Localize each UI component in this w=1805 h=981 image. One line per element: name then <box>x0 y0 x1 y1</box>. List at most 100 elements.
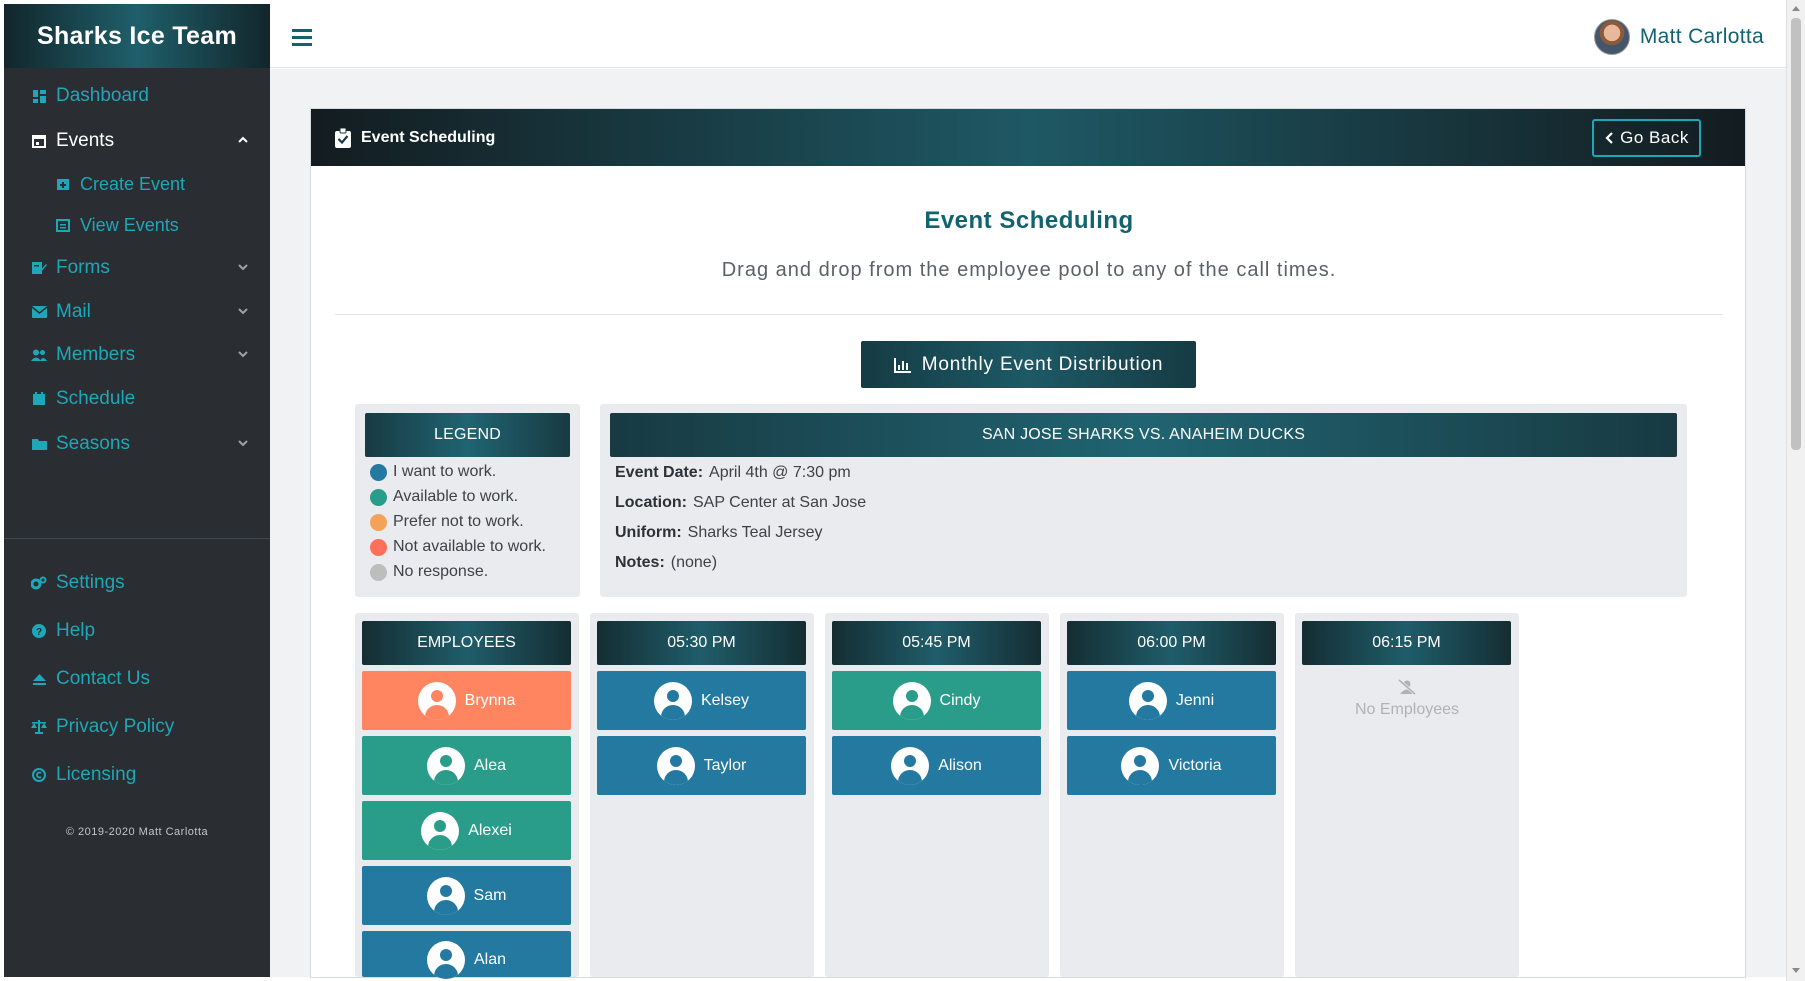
user-avatar-icon <box>417 681 456 720</box>
sidebar-item-schedule[interactable]: Schedule <box>4 376 270 422</box>
go-back-button[interactable]: Go Back <box>1592 119 1701 157</box>
settings-icon <box>28 576 50 590</box>
sidebar-item-label: Members <box>56 344 136 365</box>
go-back-label: Go Back <box>1620 128 1689 147</box>
employee-card[interactable]: Jenni <box>1067 671 1276 730</box>
sidebar-item-forms[interactable]: Forms <box>4 245 270 291</box>
employee-card[interactable]: Brynna <box>362 671 571 730</box>
event-uniform-value: Sharks Teal Jersey <box>687 524 823 541</box>
employee-name: Jenni <box>1175 691 1215 709</box>
sidebar-item-dashboard[interactable]: Dashboard <box>4 73 270 119</box>
legend-label: Available to work. <box>393 488 519 505</box>
sidebar-item-mail[interactable]: Mail <box>4 289 270 335</box>
call-time-column: 06:15 PM No Employees <box>1295 613 1519 977</box>
event-location-value: SAP Center at San Jose <box>693 494 867 511</box>
chevron-down-icon <box>238 308 248 315</box>
scale-icon <box>28 720 50 734</box>
no-employees-placeholder: No Employees <box>1295 679 1519 719</box>
sidebar-item-licensing[interactable]: Licensing <box>4 752 270 798</box>
calendar-icon <box>28 392 50 406</box>
user-avatar-icon <box>653 681 692 720</box>
contact-icon <box>28 673 50 686</box>
status-dot-icon <box>370 488 387 506</box>
status-dot-icon <box>370 563 387 581</box>
employee-card[interactable]: Alison <box>832 736 1041 795</box>
event-uniform-label: Uniform: <box>615 524 682 541</box>
sidebar-item-privacy-policy[interactable]: Privacy Policy <box>4 704 270 750</box>
column-title: 06:15 PM <box>1302 621 1511 665</box>
employee-card[interactable]: Alea <box>362 736 571 795</box>
sidebar-item-label: Help <box>56 620 96 641</box>
sidebar-item-view-events[interactable]: View Events <box>4 202 270 248</box>
employee-card[interactable]: Sam <box>362 866 571 925</box>
no-employees-label: No Employees <box>1354 701 1460 718</box>
user-avatar-icon <box>891 746 930 785</box>
event-title: SAN JOSE SHARKS VS. ANAHEIM DUCKS <box>610 413 1677 457</box>
sidebar: Sharks Ice Team Dashboard Events Create … <box>4 4 270 977</box>
page-scrollbar[interactable] <box>1786 0 1805 981</box>
event-notes-row: Notes: (none) <box>615 554 717 572</box>
chevron-down-icon <box>238 351 248 358</box>
employee-card[interactable]: Alan <box>362 931 571 979</box>
sidebar-item-help[interactable]: ? Help <box>4 608 270 654</box>
monthly-event-distribution-button[interactable]: Monthly Event Distribution <box>861 341 1196 388</box>
employee-card[interactable]: Kelsey <box>597 671 806 730</box>
menu-toggle-icon[interactable] <box>292 28 312 46</box>
employee-pool-column: EMPLOYEES Brynna Alea Alexei Sam Alan <box>355 613 579 979</box>
chevron-left-icon <box>1605 132 1613 144</box>
event-location-label: Location: <box>615 494 687 511</box>
sidebar-item-label: Mail <box>56 301 91 322</box>
event-info-panel: SAN JOSE SHARKS VS. ANAHEIM DUCKS Event … <box>600 404 1687 597</box>
sidebar-item-contact-us[interactable]: Contact Us <box>4 656 270 702</box>
mail-icon <box>28 306 50 318</box>
employee-card[interactable]: Cindy <box>832 671 1041 730</box>
user-avatar-icon <box>426 876 465 915</box>
brand-title[interactable]: Sharks Ice Team <box>4 4 270 68</box>
scrollbar-thumb[interactable] <box>1791 18 1801 450</box>
user-name: Matt Carlotta <box>1639 25 1764 48</box>
legend-label: I want to work. <box>393 463 497 480</box>
legend-label: Not available to work. <box>393 538 546 555</box>
sidebar-item-label: Licensing <box>56 764 137 785</box>
sidebar-item-label: Privacy Policy <box>56 716 175 737</box>
sidebar-item-label: Dashboard <box>56 85 149 106</box>
copyright-icon <box>28 768 50 782</box>
sidebar-item-events[interactable]: Events <box>4 118 270 164</box>
chevron-up-icon <box>238 136 248 143</box>
user-avatar-icon <box>426 941 465 979</box>
sidebar-item-label: Seasons <box>56 433 130 454</box>
legend-title: LEGEND <box>365 413 570 457</box>
sidebar-item-label: Settings <box>56 572 125 593</box>
members-icon <box>28 349 50 361</box>
copyright-text: © 2019-2020 Matt Carlotta <box>65 826 209 838</box>
employee-name: Alexei <box>468 821 512 839</box>
legend-item: I want to work. <box>370 463 496 481</box>
employee-card[interactable]: Alexei <box>362 801 571 860</box>
user-avatar-icon <box>421 811 460 850</box>
event-notes-label: Notes: <box>615 554 665 571</box>
bar-chart-icon <box>893 357 911 373</box>
scroll-up-icon[interactable] <box>1792 6 1800 11</box>
top-bar: Matt Carlotta <box>270 4 1786 68</box>
user-slash-icon <box>1398 679 1416 695</box>
sidebar-item-settings[interactable]: Settings <box>4 560 270 606</box>
chevron-down-icon <box>238 440 248 447</box>
sidebar-item-label: Schedule <box>56 388 136 409</box>
user-menu[interactable]: Matt Carlotta <box>1593 19 1764 55</box>
scroll-down-icon[interactable] <box>1792 968 1800 973</box>
event-notes-value: (none) <box>670 554 718 571</box>
employee-name: Alison <box>938 756 982 774</box>
sidebar-item-create-event[interactable]: Create Event <box>4 161 270 207</box>
column-title: 05:30 PM <box>597 621 806 665</box>
sidebar-item-seasons[interactable]: Seasons <box>4 421 270 467</box>
employee-card[interactable]: Victoria <box>1067 736 1276 795</box>
sidebar-item-label: View Events <box>80 214 179 235</box>
avatar <box>1593 19 1630 55</box>
user-avatar-icon <box>892 681 931 720</box>
legend-label: Prefer not to work. <box>393 513 524 530</box>
help-icon: ? <box>28 624 50 638</box>
legend-item: Not available to work. <box>370 538 546 556</box>
calendar-view-icon <box>52 218 74 232</box>
employee-card[interactable]: Taylor <box>597 736 806 795</box>
sidebar-item-members[interactable]: Members <box>4 332 270 378</box>
